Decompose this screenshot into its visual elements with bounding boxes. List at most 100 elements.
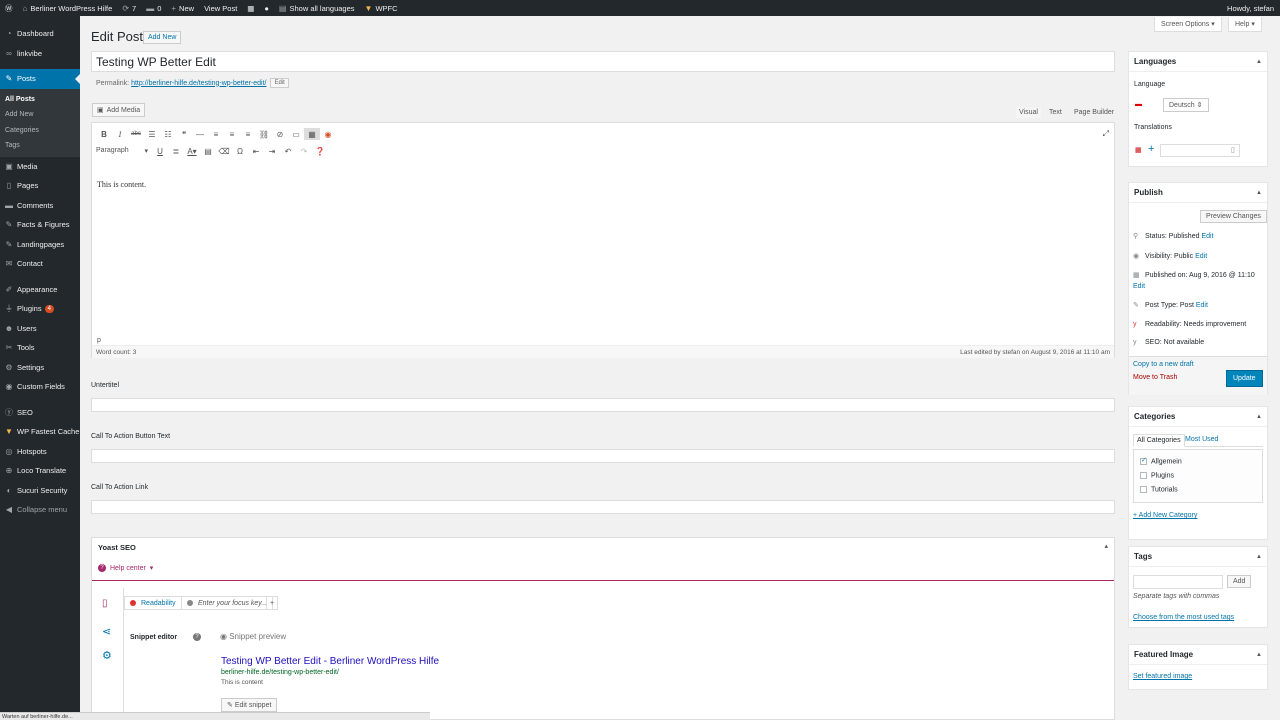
edit-snippet-button[interactable]: ✎ Edit snippet — [221, 698, 278, 712]
redo-icon[interactable]: ↷ — [296, 145, 312, 157]
underline-icon[interactable]: U — [152, 145, 168, 157]
sidebar-item-wp-fastest-cache[interactable]: ▼ WP Fastest Cache — [0, 422, 80, 442]
sidebar-item-hotspots[interactable]: ◎ Hotspots — [0, 442, 80, 462]
cta-button-text-input[interactable] — [91, 449, 1115, 463]
justify-icon[interactable]: ≣ — [168, 145, 184, 157]
choose-tags-link[interactable]: Choose from the most used tags — [1133, 614, 1234, 621]
cta-link-input[interactable] — [91, 500, 1115, 514]
text-color-icon[interactable]: A▾ — [184, 145, 200, 157]
sidebar-item-loco-translate[interactable]: ⊕ Loco Translate — [0, 461, 80, 481]
strikethrough-icon[interactable]: abc — [128, 128, 144, 140]
sidebar-item-pages[interactable]: ▯ Pages — [0, 176, 80, 196]
gear-icon[interactable]: ⚙ — [102, 649, 112, 662]
site-name-link[interactable]: ⌂ Berliner WordPress Hilfe — [18, 0, 118, 16]
sidebar-item-comments[interactable]: ▬ Comments — [0, 196, 80, 216]
publish-header[interactable]: Publish ▲ — [1129, 183, 1267, 203]
sidebar-item-users[interactable]: ☻ Users — [0, 319, 80, 339]
snippet-url[interactable]: berliner-hilfe.de/testing-wp-better-edit… — [221, 669, 339, 676]
help-icon[interactable]: ❓ — [312, 145, 328, 157]
tags-header[interactable]: Tags ▲ — [1129, 547, 1267, 567]
tab-text[interactable]: Text — [1046, 107, 1065, 118]
howdy-user[interactable]: Howdy, stefan — [1222, 0, 1280, 16]
submenu-tags[interactable]: Tags — [0, 138, 80, 154]
languages-header[interactable]: Languages ▲ — [1129, 52, 1267, 72]
wordpress-logo-icon[interactable]: Ⓦ — [0, 0, 18, 16]
status-edit-link[interactable]: Edit — [1201, 233, 1213, 240]
sidebar-item-seo[interactable]: ⓨ SEO — [0, 403, 80, 423]
post-type-edit-link[interactable]: Edit — [1196, 302, 1208, 309]
copy-to-draft-link[interactable]: Copy to a new draft — [1133, 361, 1194, 368]
wpbakery-icon[interactable]: ▦ — [242, 0, 259, 16]
sidebar-item-settings[interactable]: ⚙ Settings — [0, 358, 80, 378]
published-on-edit-link[interactable]: Edit — [1133, 283, 1145, 290]
snippet-title[interactable]: Testing WP Better Edit - Berliner WordPr… — [221, 656, 439, 667]
link-icon[interactable]: ⛓ — [256, 128, 272, 140]
outdent-icon[interactable]: ⇤ — [248, 145, 264, 157]
add-media-button[interactable]: ▣ Add Media — [92, 103, 146, 117]
preview-changes-button[interactable]: Preview Changes — [1200, 210, 1267, 223]
clear-formatting-icon[interactable]: ⌫ — [216, 145, 232, 157]
sidebar-item-custom-fields[interactable]: ◉ Custom Fields — [0, 377, 80, 397]
numbered-list-icon[interactable]: ☷ — [160, 128, 176, 140]
add-translation-icon[interactable]: + — [1148, 143, 1154, 155]
sidebar-item-posts[interactable]: ✎ Posts — [0, 69, 80, 89]
collapse-menu-button[interactable]: ◀ Collapse menu — [0, 500, 80, 520]
shortcode-icon[interactable]: ◉ — [320, 128, 336, 140]
chevron-up-icon[interactable]: ▴ — [1104, 542, 1108, 550]
language-select[interactable]: Deutsch ⇕ — [1163, 98, 1209, 112]
tab-most-used[interactable]: Most Used — [1185, 436, 1218, 443]
add-keyword-button[interactable]: + — [266, 596, 279, 610]
add-tag-button[interactable]: Add — [1227, 575, 1252, 588]
submenu-all-posts[interactable]: All Posts — [0, 92, 80, 108]
sidebar-item-media[interactable]: ▣ Media — [0, 157, 80, 177]
sidebar-item-facts-figures[interactable]: ✎ Facts & Figures — [0, 215, 80, 235]
horizontal-line-icon[interactable]: — — [192, 128, 208, 140]
post-title-input[interactable]: Testing WP Better Edit — [91, 51, 1115, 72]
add-new-category-link[interactable]: + Add New Category — [1133, 512, 1197, 519]
view-post-link[interactable]: View Post — [199, 0, 242, 16]
updates-link[interactable]: ⟳ 7 — [117, 0, 141, 16]
featured-image-header[interactable]: Featured Image ▲ — [1129, 645, 1267, 665]
checkbox-unchecked[interactable] — [1140, 472, 1147, 479]
bold-icon[interactable]: B — [96, 128, 112, 140]
untertitel-input[interactable] — [91, 398, 1115, 412]
categories-header[interactable]: Categories ▲ — [1129, 407, 1267, 427]
indent-icon[interactable]: ⇥ — [264, 145, 280, 157]
unlink-icon[interactable]: ⊘ — [272, 128, 288, 140]
sidebar-item-dashboard[interactable]: ◔ Dashboard — [0, 24, 80, 44]
move-to-trash-link[interactable]: Move to Trash — [1133, 374, 1177, 381]
set-featured-image-link[interactable]: Set featured image — [1133, 673, 1192, 680]
share-icon[interactable]: ⋖ — [102, 625, 111, 638]
snippet-preview-toggle[interactable]: ◉ Snippet preview — [220, 632, 286, 641]
sidebar-item-appearance[interactable]: ✐ Appearance — [0, 280, 80, 300]
sidebar-item-landingpages[interactable]: ✎ Landingpages — [0, 235, 80, 255]
special-character-icon[interactable]: Ω — [232, 145, 248, 157]
tab-page-builder[interactable]: Page Builder — [1071, 107, 1117, 118]
align-left-icon[interactable]: ≡ — [208, 128, 224, 140]
question-icon[interactable]: ? — [193, 633, 201, 641]
tab-all-categories[interactable]: All Categories — [1133, 434, 1185, 447]
show-languages-link[interactable]: ▤ Show all languages — [274, 0, 360, 16]
checkbox-checked[interactable] — [1140, 456, 1147, 465]
sidebar-item-plugins[interactable]: ⏚ Plugins 4 — [0, 299, 80, 319]
tab-visual[interactable]: Visual — [1016, 107, 1041, 118]
comments-link[interactable]: ▬ 0 — [141, 0, 166, 16]
paste-text-icon[interactable]: ▤ — [200, 145, 216, 157]
circle-icon[interactable]: ● — [259, 0, 274, 16]
tags-input[interactable] — [1133, 575, 1223, 589]
undo-icon[interactable]: ↶ — [280, 145, 296, 157]
visibility-edit-link[interactable]: Edit — [1195, 253, 1207, 260]
sidebar-item-sucuri-security[interactable]: ◐ Sucuri Security — [0, 481, 80, 501]
help-center-button[interactable]: ? Help center ▾ — [98, 564, 153, 572]
add-new-button[interactable]: Add New — [143, 31, 182, 44]
category-tutorials[interactable]: Tutorials — [1140, 486, 1178, 493]
tab-readability[interactable]: Readability — [124, 596, 182, 610]
bullet-list-icon[interactable]: ☰ — [144, 128, 160, 140]
new-content-link[interactable]: + New — [166, 0, 199, 16]
editor-body[interactable]: This is content. — [97, 180, 146, 189]
update-button[interactable]: Update — [1226, 370, 1263, 387]
submenu-add-new[interactable]: Add New — [0, 107, 80, 123]
checkbox-unchecked[interactable] — [1140, 486, 1147, 493]
category-plugins[interactable]: Plugins — [1140, 472, 1174, 479]
submenu-categories[interactable]: Categories — [0, 123, 80, 139]
